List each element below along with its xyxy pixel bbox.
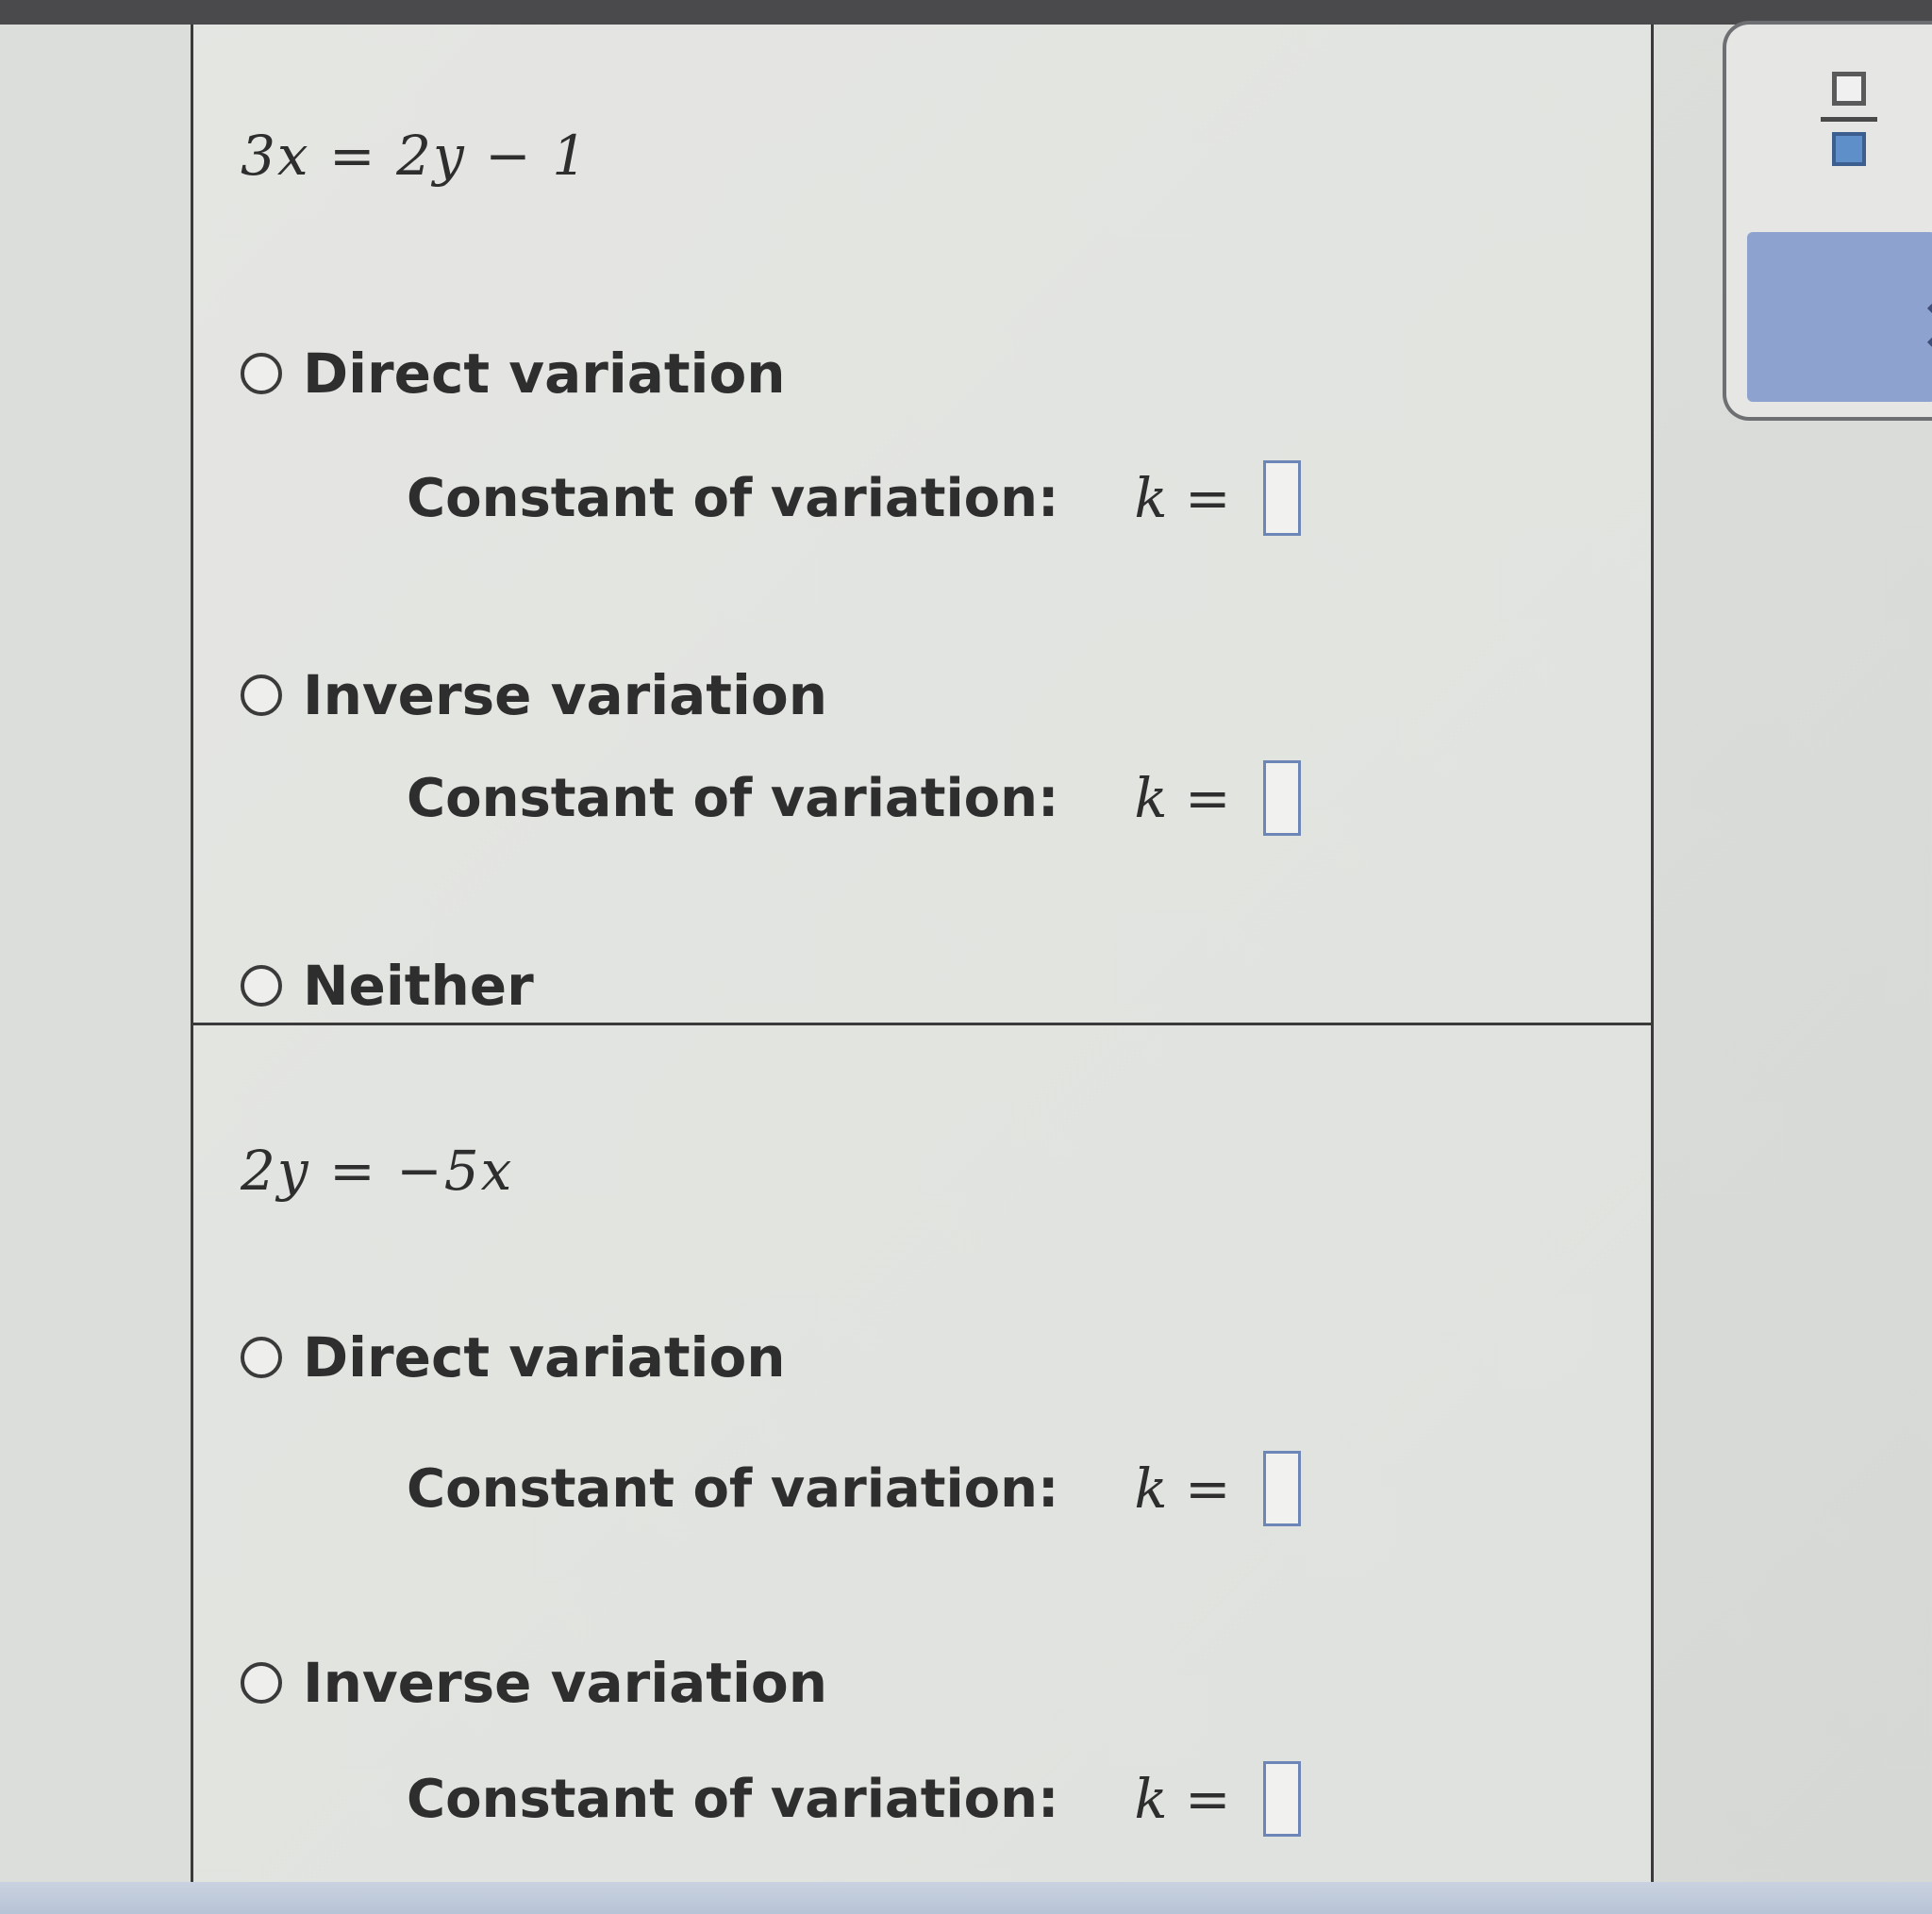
constant-label: Constant of variation: (407, 1457, 1059, 1520)
k-equals: k = (1134, 466, 1231, 530)
fraction-icon[interactable] (1821, 72, 1877, 175)
radio-button[interactable] (241, 965, 282, 1007)
option-direct-variation-1[interactable]: Direct variation (241, 341, 786, 406)
k-equals: k = (1134, 1456, 1231, 1521)
constant-label: Constant of variation: (407, 1768, 1059, 1830)
fraction-bar-icon (1821, 117, 1877, 122)
k-input-direct-2[interactable] (1262, 1451, 1301, 1526)
option-label: Direct variation (303, 1325, 786, 1390)
problem-1-panel: 3x = 2y − 1 Direct variation Constant of… (191, 25, 1654, 1025)
option-label: Neither (303, 954, 534, 1018)
fraction-denominator-icon (1832, 132, 1866, 166)
option-label: Inverse variation (303, 663, 827, 727)
equation-1: 3x = 2y − 1 (241, 124, 590, 188)
constant-label: Constant of variation: (407, 467, 1059, 529)
radio-button[interactable] (241, 353, 282, 394)
option-inverse-variation-1[interactable]: Inverse variation (241, 663, 827, 727)
constant-label: Constant of variation: (407, 767, 1059, 829)
option-label: Direct variation (303, 341, 786, 406)
radio-button[interactable] (241, 1337, 282, 1378)
k-input-inverse-1[interactable] (1262, 760, 1301, 836)
k-equals: k = (1134, 1767, 1231, 1831)
constant-row-direct-2: Constant of variation: k = (407, 1451, 1301, 1526)
constant-row-inverse-2: Constant of variation: k = (407, 1761, 1301, 1837)
math-tool-panel: × (1723, 21, 1932, 421)
k-equals: k = (1134, 766, 1231, 830)
clear-button[interactable]: × (1747, 232, 1932, 402)
k-input-inverse-2[interactable] (1262, 1761, 1301, 1837)
radio-button[interactable] (241, 1662, 282, 1704)
problem-2-panel: 2y = −5x Direct variation Constant of va… (191, 1025, 1654, 1882)
option-label: Inverse variation (303, 1651, 827, 1715)
k-input-direct-1[interactable] (1262, 460, 1301, 536)
close-icon: × (1917, 279, 1932, 367)
top-bezel (0, 0, 1932, 25)
constant-row-direct-1: Constant of variation: k = (407, 460, 1301, 536)
left-margin (0, 25, 191, 1888)
radio-button[interactable] (241, 674, 282, 716)
option-inverse-variation-2[interactable]: Inverse variation (241, 1651, 827, 1715)
option-neither-1[interactable]: Neither (241, 954, 534, 1018)
fraction-numerator-icon (1832, 72, 1866, 106)
constant-row-inverse-1: Constant of variation: k = (407, 760, 1301, 836)
option-direct-variation-2[interactable]: Direct variation (241, 1325, 786, 1390)
equation-2: 2y = −5x (241, 1139, 514, 1203)
bottom-bezel (0, 1882, 1932, 1914)
